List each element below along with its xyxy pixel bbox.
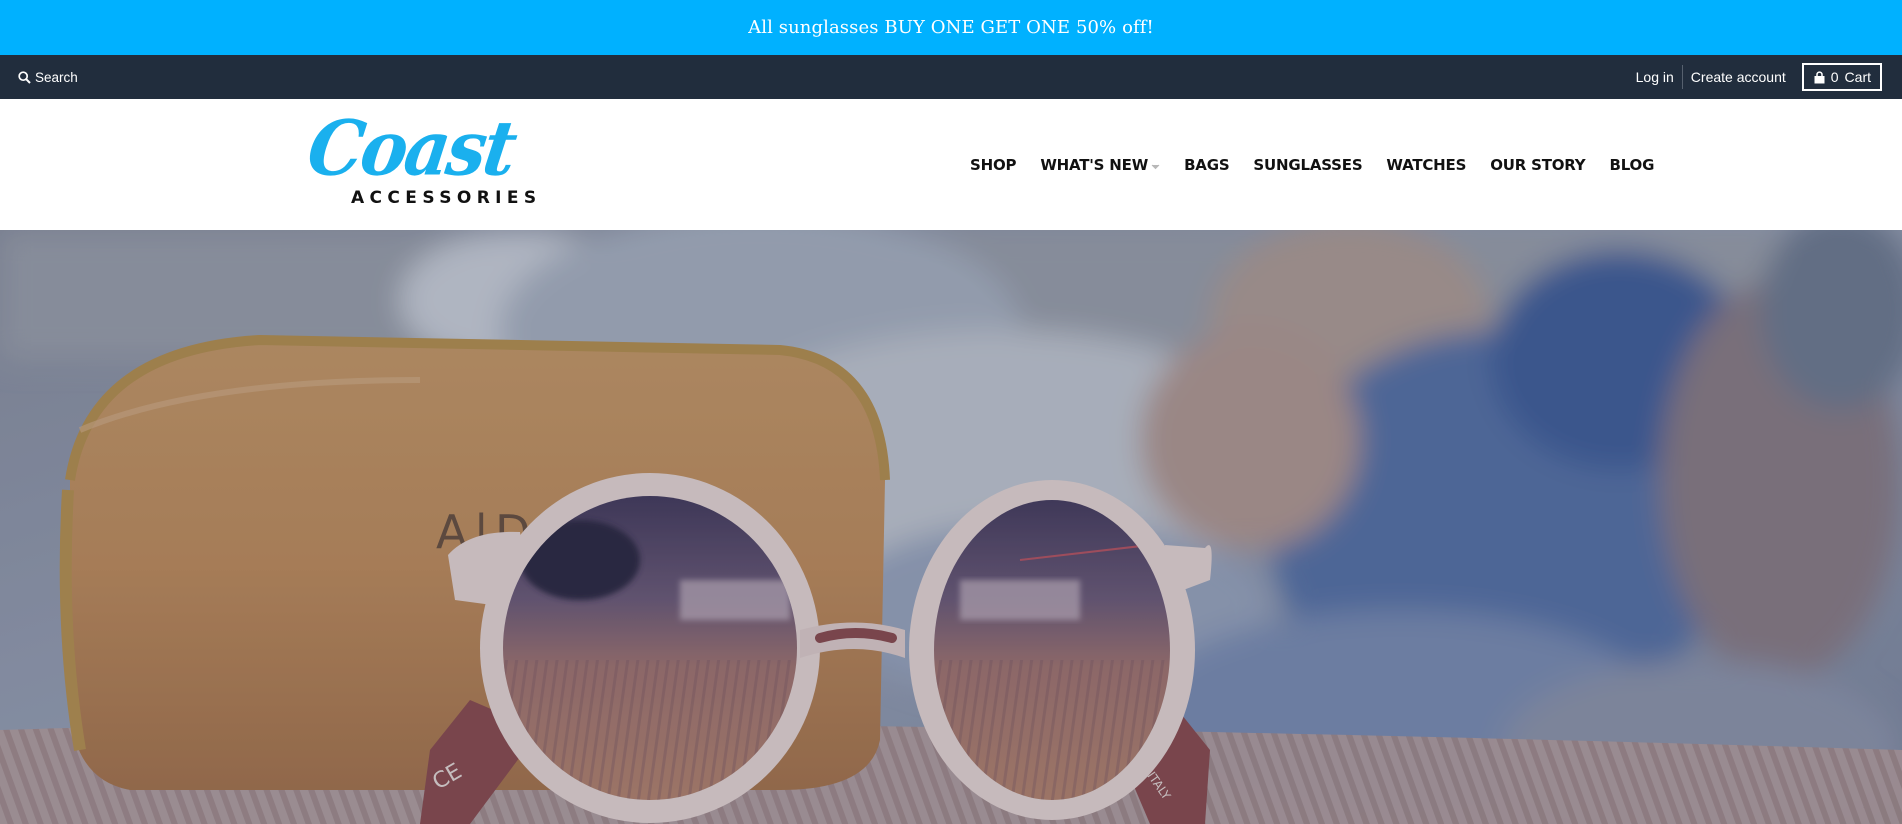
- nav-label: OUR STORY: [1490, 155, 1586, 174]
- search-icon: [18, 70, 31, 84]
- nav-our-story[interactable]: OUR STORY: [1478, 156, 1597, 174]
- create-account-link[interactable]: Create account: [1683, 65, 1794, 89]
- hero-banner: A|D|O|R|E CE MADE IN ITALY: [0, 230, 1902, 824]
- nav-label: BAGS: [1184, 155, 1230, 174]
- logo[interactable]: Coast ACCESSORIES: [302, 103, 536, 215]
- chevron-down-icon: [1151, 156, 1160, 174]
- nav-watches[interactable]: WATCHES: [1374, 156, 1478, 174]
- cart-count: 0: [1830, 69, 1839, 85]
- logo-subtext: ACCESSORIES: [351, 188, 542, 208]
- login-link[interactable]: Log in: [1628, 65, 1682, 89]
- logo-wordmark: Coast: [302, 103, 520, 194]
- utility-bar: Search Log in Create account 0 Cart: [0, 55, 1902, 99]
- nav-sunglasses[interactable]: SUNGLASSES: [1241, 156, 1374, 174]
- search-label: Search: [35, 69, 78, 85]
- announcement-text: All sunglasses BUY ONE GET ONE 50% off!: [748, 17, 1154, 38]
- cart-label: Cart: [1844, 69, 1871, 85]
- nav-shop[interactable]: SHOP: [958, 156, 1028, 174]
- hero-image: A|D|O|R|E CE MADE IN ITALY: [0, 230, 1902, 824]
- nav-label: WHAT'S NEW: [1040, 155, 1149, 174]
- main-nav: SHOP WHAT'S NEW BAGS SUNGLASSES WATCHES …: [958, 99, 1666, 230]
- nav-label: SUNGLASSES: [1253, 155, 1363, 174]
- nav-label: WATCHES: [1386, 155, 1467, 174]
- search-link[interactable]: Search: [18, 70, 78, 85]
- site-header: Coast ACCESSORIES SHOP WHAT'S NEW BAGS S…: [0, 99, 1902, 230]
- nav-whats-new[interactable]: WHAT'S NEW: [1028, 156, 1172, 174]
- cart-button[interactable]: 0 Cart: [1801, 63, 1882, 91]
- nav-blog[interactable]: BLOG: [1597, 156, 1666, 174]
- nav-label: BLOG: [1609, 155, 1655, 174]
- account-links: Log in Create account 0 Cart: [1628, 55, 1884, 99]
- lock-bag-icon: [1814, 70, 1825, 84]
- nav-label: SHOP: [970, 155, 1017, 174]
- announcement-bar: All sunglasses BUY ONE GET ONE 50% off!: [0, 0, 1902, 55]
- nav-bags[interactable]: BAGS: [1172, 156, 1241, 174]
